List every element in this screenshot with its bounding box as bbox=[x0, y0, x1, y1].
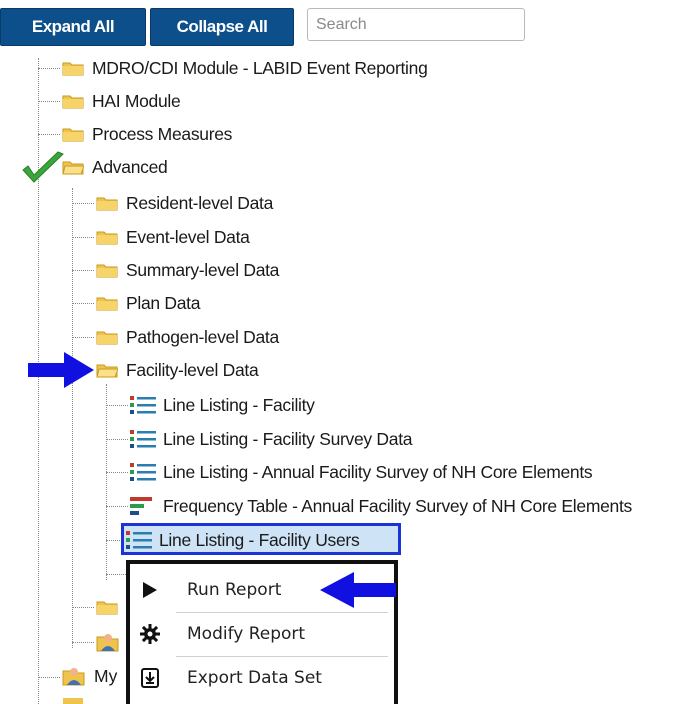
user-folder-icon[interactable] bbox=[62, 665, 88, 687]
tree-connector bbox=[106, 574, 126, 575]
tree-report-line-listing-facility-survey[interactable]: Line Listing - Facility Survey Data bbox=[130, 424, 413, 454]
tree-folder-summary-level-data[interactable]: Summary-level Data bbox=[96, 255, 279, 285]
tree-item-label: Summary-level Data bbox=[126, 259, 280, 280]
tree-item-label: Plan Data bbox=[126, 292, 201, 313]
line-listing-icon bbox=[130, 396, 156, 414]
tree-connector bbox=[72, 270, 94, 271]
checkmark-icon bbox=[22, 151, 64, 183]
tree-report-line-listing-facility-users[interactable]: Line Listing - Facility Users bbox=[126, 525, 360, 555]
tree-item-label: Event-level Data bbox=[126, 226, 250, 247]
tree-folder-mdro-cdi[interactable]: MDRO/CDI Module - LABID Event Reporting bbox=[62, 53, 428, 83]
menu-item-label: Modify Report bbox=[187, 624, 306, 644]
tree-connector bbox=[72, 237, 94, 238]
tree-item-label: Line Listing - Annual Facility Survey of… bbox=[163, 461, 593, 482]
tree-connector bbox=[72, 642, 94, 643]
tree-connector bbox=[72, 303, 94, 304]
folder-icon bbox=[62, 95, 84, 109]
tree-report-line-listing-facility[interactable]: Line Listing - Facility bbox=[130, 390, 315, 420]
tree-item-label: Advanced bbox=[92, 156, 168, 177]
tree-report-line-listing-annual-survey[interactable]: Line Listing - Annual Facility Survey of… bbox=[130, 457, 593, 487]
tree-connector bbox=[38, 101, 60, 102]
tree-connector bbox=[72, 607, 94, 608]
tree-connector bbox=[106, 506, 128, 507]
folder-icon bbox=[96, 264, 118, 278]
search-input[interactable] bbox=[307, 8, 525, 41]
menu-item-label: Run Report bbox=[187, 580, 282, 600]
tree-guide-line bbox=[72, 188, 73, 648]
tree-report-frequency-table-annual-survey[interactable]: Frequency Table - Annual Facility Survey… bbox=[130, 491, 632, 521]
tree-folder-plan-data[interactable]: Plan Data bbox=[96, 288, 200, 318]
folder-icon bbox=[96, 197, 118, 211]
folder-icon bbox=[96, 231, 118, 245]
folder-icon bbox=[96, 297, 118, 311]
folder-icon bbox=[63, 698, 83, 704]
tree-folder-facility-level-data[interactable]: Facility-level Data bbox=[96, 355, 259, 385]
toolbar: Expand All Collapse All bbox=[0, 0, 700, 48]
tree-item-label: Resident-level Data bbox=[126, 192, 274, 213]
modify-report-menu-item[interactable]: Modify Report bbox=[130, 612, 394, 656]
tree-connector bbox=[106, 405, 128, 406]
tree-item-label: Process Measures bbox=[92, 123, 233, 144]
tree-folder-pathogen-level-data[interactable]: Pathogen-level Data bbox=[96, 322, 279, 352]
tree-item-label: Frequency Table - Annual Facility Survey… bbox=[163, 495, 632, 516]
line-listing-icon bbox=[126, 531, 152, 549]
collapse-all-button[interactable]: Collapse All bbox=[150, 8, 294, 46]
expand-all-button[interactable]: Expand All bbox=[0, 8, 146, 46]
tree-connector bbox=[72, 337, 94, 338]
folder-icon bbox=[62, 128, 84, 142]
tree-item-label: Line Listing - Facility Users bbox=[159, 529, 360, 550]
line-listing-icon bbox=[130, 463, 156, 481]
tree-folder-advanced[interactable]: Advanced bbox=[62, 152, 168, 182]
folder-icon bbox=[62, 62, 84, 76]
menu-item-label: Export Data Set bbox=[187, 668, 322, 688]
tree-item-label: Facility-level Data bbox=[126, 359, 259, 380]
tree-folder-process-measures[interactable]: Process Measures bbox=[62, 119, 232, 149]
export-data-set-menu-item[interactable]: Export Data Set bbox=[130, 656, 394, 700]
tree-connector bbox=[106, 439, 128, 440]
tree-folder-event-level-data[interactable]: Event-level Data bbox=[96, 222, 250, 252]
folder-icon bbox=[96, 331, 118, 345]
tree-item-label: HAI Module bbox=[92, 90, 181, 111]
tree-guide-line bbox=[106, 384, 107, 580]
export-icon bbox=[141, 668, 159, 688]
tree-connector bbox=[106, 540, 122, 541]
tree-folder-hai-module[interactable]: HAI Module bbox=[62, 86, 181, 116]
folder-icon[interactable] bbox=[96, 599, 118, 615]
tree-item-label: Line Listing - Facility bbox=[163, 394, 315, 415]
user-folder-icon[interactable] bbox=[96, 632, 122, 652]
line-listing-icon bbox=[130, 430, 156, 448]
tree-folder-resident-level-data[interactable]: Resident-level Data bbox=[96, 188, 273, 218]
tree-connector bbox=[38, 677, 60, 678]
tree-connector bbox=[38, 68, 60, 69]
arrow-right-icon bbox=[28, 352, 94, 388]
tree-connector bbox=[106, 472, 128, 473]
play-icon bbox=[143, 582, 157, 598]
tree-item-label: Pathogen-level Data bbox=[126, 326, 279, 347]
tree-folder-my-reports[interactable]: My bbox=[94, 666, 117, 687]
folder-open-icon bbox=[96, 364, 118, 378]
tree-item-label: MDRO/CDI Module - LABID Event Reporting bbox=[92, 57, 428, 78]
gear-icon bbox=[140, 624, 160, 644]
arrow-left-icon bbox=[320, 572, 396, 608]
tree-connector bbox=[38, 134, 60, 135]
tree-item-label: Line Listing - Facility Survey Data bbox=[163, 428, 413, 449]
tree-connector bbox=[72, 203, 94, 204]
frequency-table-icon bbox=[130, 497, 152, 515]
